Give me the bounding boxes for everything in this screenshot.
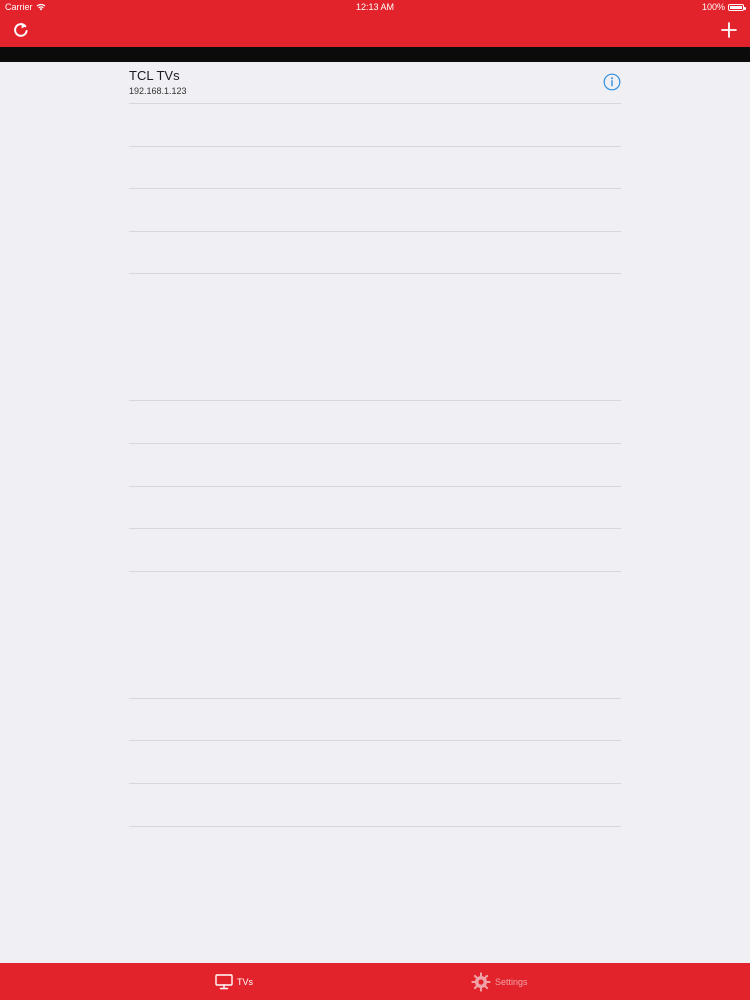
tab-settings-label: Settings xyxy=(495,976,528,987)
table-row xyxy=(129,147,621,190)
list-section-gap xyxy=(129,274,621,402)
tab-tvs-label: TVs xyxy=(237,976,254,987)
tab-tvs[interactable]: TVs xyxy=(215,963,253,1000)
battery-label: 100% xyxy=(701,2,725,12)
info-button[interactable] xyxy=(603,73,621,91)
nav-shadow-bar xyxy=(0,47,750,62)
tab-bar: TVs Settings xyxy=(0,963,750,1000)
table-row xyxy=(129,487,621,530)
plus-icon xyxy=(721,22,737,38)
table-row xyxy=(129,784,621,827)
tab-settings[interactable]: Settings xyxy=(471,963,528,1000)
tv-name: TCL TVs xyxy=(129,68,180,83)
tv-icon xyxy=(215,973,233,989)
battery-indicator: 100% xyxy=(701,2,746,12)
battery-icon xyxy=(728,3,746,11)
table-row xyxy=(129,699,621,742)
status-time: 12:13 AM xyxy=(355,2,395,12)
tv-list: TCL TVs 192.168.1.123 xyxy=(129,62,621,827)
refresh-button[interactable] xyxy=(10,19,32,41)
refresh-icon xyxy=(14,22,28,37)
top-bar: Carrier 12:13 AM 100% xyxy=(0,0,750,47)
gear-icon xyxy=(471,972,491,991)
info-icon xyxy=(603,73,621,91)
table-row xyxy=(129,401,621,444)
table-row xyxy=(129,444,621,487)
table-row xyxy=(129,232,621,275)
table-row xyxy=(129,741,621,784)
add-tv-button[interactable] xyxy=(718,19,740,41)
list-section-gap xyxy=(129,572,621,699)
table-row xyxy=(129,104,621,147)
tv-ip-address: 192.168.1.123 xyxy=(129,86,187,96)
table-row xyxy=(129,189,621,232)
list-item[interactable]: TCL TVs 192.168.1.123 xyxy=(129,62,621,104)
table-row xyxy=(129,529,621,572)
status-bar: Carrier 12:13 AM 100% xyxy=(0,0,750,14)
